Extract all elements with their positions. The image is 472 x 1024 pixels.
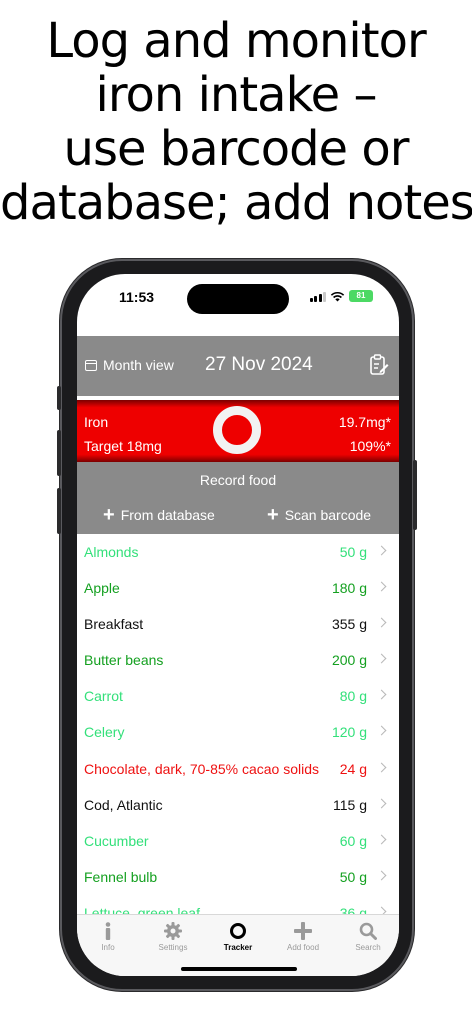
record-food-title: Record food — [199, 472, 277, 488]
status-icons: 81 — [309, 290, 373, 302]
food-quantity: 200 g — [331, 652, 367, 669]
tab-settings[interactable]: Settings — [143, 921, 203, 952]
food-list: Almonds 50 g Apple 180 g Breakfast 355 g Butte… — [77, 534, 399, 914]
cellular-signal-icon — [309, 291, 326, 302]
food-name: Fennel bulb — [84, 868, 158, 885]
tab-tracker[interactable]: Tracker — [208, 921, 268, 952]
iron-progress-ring — [213, 406, 261, 454]
food-row[interactable]: Chocolate, dark, 70-85% cacao solids 24 g — [77, 751, 399, 787]
gear-icon — [143, 921, 203, 941]
plus-icon: + — [103, 504, 115, 526]
chevron-right-icon — [376, 653, 387, 664]
food-quantity: 50 g — [339, 544, 367, 560]
headline-line-2: iron intake – — [95, 67, 378, 123]
headline-line-4: database; add notes — [0, 175, 472, 231]
info-icon — [78, 921, 138, 941]
scan-barcode-button[interactable]: + Scan barcode — [267, 504, 372, 526]
food-name: Chocolate, dark, 70-85% cacao solids — [84, 760, 320, 777]
from-database-button[interactable]: + From database — [103, 504, 215, 526]
food-name: Apple — [84, 580, 120, 597]
food-row[interactable]: Breakfast 355 g — [77, 606, 399, 642]
scan-barcode-label: Scan barcode — [284, 507, 372, 523]
food-name: Cucumber — [84, 832, 149, 849]
home-indicator — [181, 967, 297, 971]
chevron-right-icon — [376, 689, 387, 700]
food-row[interactable]: Almonds 50 g — [77, 534, 399, 570]
search-icon — [338, 921, 398, 941]
tab-bar: Info Settings Tracker Add food Search — [77, 914, 399, 976]
phone-volume-up-button — [57, 430, 61, 476]
chevron-right-icon — [376, 870, 387, 881]
tab-search-label: Search — [355, 943, 381, 952]
tab-add-food-label: Add food — [286, 943, 320, 952]
food-quantity: 355 g — [331, 616, 367, 633]
clipboard-edit-icon[interactable] — [369, 354, 389, 376]
status-time: 11:53 — [119, 289, 155, 305]
tracker-header: Month view 27 Nov 2024 — [77, 336, 399, 396]
plus-icon: + — [267, 504, 279, 526]
food-row[interactable]: Carrot 80 g — [77, 678, 399, 714]
food-quantity: 24 g — [339, 760, 367, 777]
iron-total-value: 19.7mg* — [338, 414, 391, 430]
food-row[interactable]: Butter beans 200 g — [77, 642, 399, 678]
app-screen: 11:53 81 Month view 27 Nov 2024 Iron Tar… — [77, 274, 399, 976]
target-percent-value: 109%* — [349, 438, 391, 454]
food-row[interactable]: Apple 180 g — [77, 570, 399, 606]
chevron-right-icon — [376, 834, 387, 845]
food-quantity: 50 g — [339, 868, 367, 885]
food-row[interactable]: Lettuce, green leaf 36 g — [77, 895, 399, 914]
wifi-icon — [330, 291, 345, 301]
target-label: Target 18mg — [84, 438, 162, 454]
food-row[interactable]: Cucumber 60 g — [77, 823, 399, 859]
food-row[interactable]: Cod, Atlantic 115 g — [77, 787, 399, 823]
food-name: Breakfast — [84, 616, 144, 633]
ring-icon — [208, 921, 268, 941]
food-name: Butter beans — [84, 652, 164, 669]
food-row[interactable]: Fennel bulb 50 g — [77, 859, 399, 895]
food-name: Carrot — [84, 688, 123, 705]
status-bar: 11:53 81 — [77, 274, 399, 334]
food-quantity: 115 g — [333, 796, 367, 813]
chevron-right-icon — [376, 545, 387, 556]
current-date[interactable]: 27 Nov 2024 — [205, 354, 313, 376]
phone-action-button — [57, 386, 61, 410]
chevron-right-icon — [376, 617, 387, 628]
month-view-button[interactable]: Month view — [85, 357, 174, 373]
calendar-icon — [85, 359, 97, 371]
record-food-panel: Record food + From database + Scan barco… — [77, 462, 399, 534]
iron-label: Iron — [84, 414, 109, 430]
food-name: Almonds — [84, 544, 139, 560]
chevron-right-icon — [376, 798, 387, 809]
chevron-right-icon — [376, 906, 387, 914]
tab-add-food[interactable]: Add food — [273, 921, 333, 952]
promo-headline: Log and monitor iron intake – use barcod… — [0, 14, 472, 230]
food-quantity: 60 g — [339, 832, 367, 849]
food-name: Celery — [84, 724, 125, 741]
plus-icon — [273, 921, 333, 941]
food-name: Lettuce, green leaf — [84, 904, 200, 914]
month-view-label: Month view — [103, 357, 174, 373]
food-row[interactable]: Celery 120 g — [77, 714, 399, 750]
iron-summary-bar: Iron Target 18mg 19.7mg* 109%* — [77, 400, 399, 462]
food-quantity: 36 g — [339, 904, 367, 914]
chevron-right-icon — [376, 762, 387, 773]
battery-icon: 81 — [349, 290, 373, 302]
tab-search[interactable]: Search — [338, 921, 398, 952]
phone-volume-down-button — [57, 488, 61, 534]
chevron-right-icon — [376, 581, 387, 592]
food-quantity: 180 g — [331, 580, 367, 597]
headline-line-3: use barcode or — [63, 121, 410, 177]
food-quantity: 120 g — [331, 724, 367, 741]
phone-power-button — [413, 460, 417, 530]
chevron-right-icon — [376, 726, 387, 736]
tab-info-label: Info — [101, 943, 115, 952]
dynamic-island — [187, 284, 289, 314]
tab-tracker-label: Tracker — [223, 943, 253, 952]
tab-settings-label: Settings — [158, 943, 188, 952]
food-quantity: 80 g — [339, 688, 367, 705]
from-database-label: From database — [120, 507, 215, 523]
headline-line-1: Log and monitor — [46, 13, 426, 69]
food-name: Cod, Atlantic — [84, 796, 163, 813]
tab-info[interactable]: Info — [78, 921, 138, 952]
